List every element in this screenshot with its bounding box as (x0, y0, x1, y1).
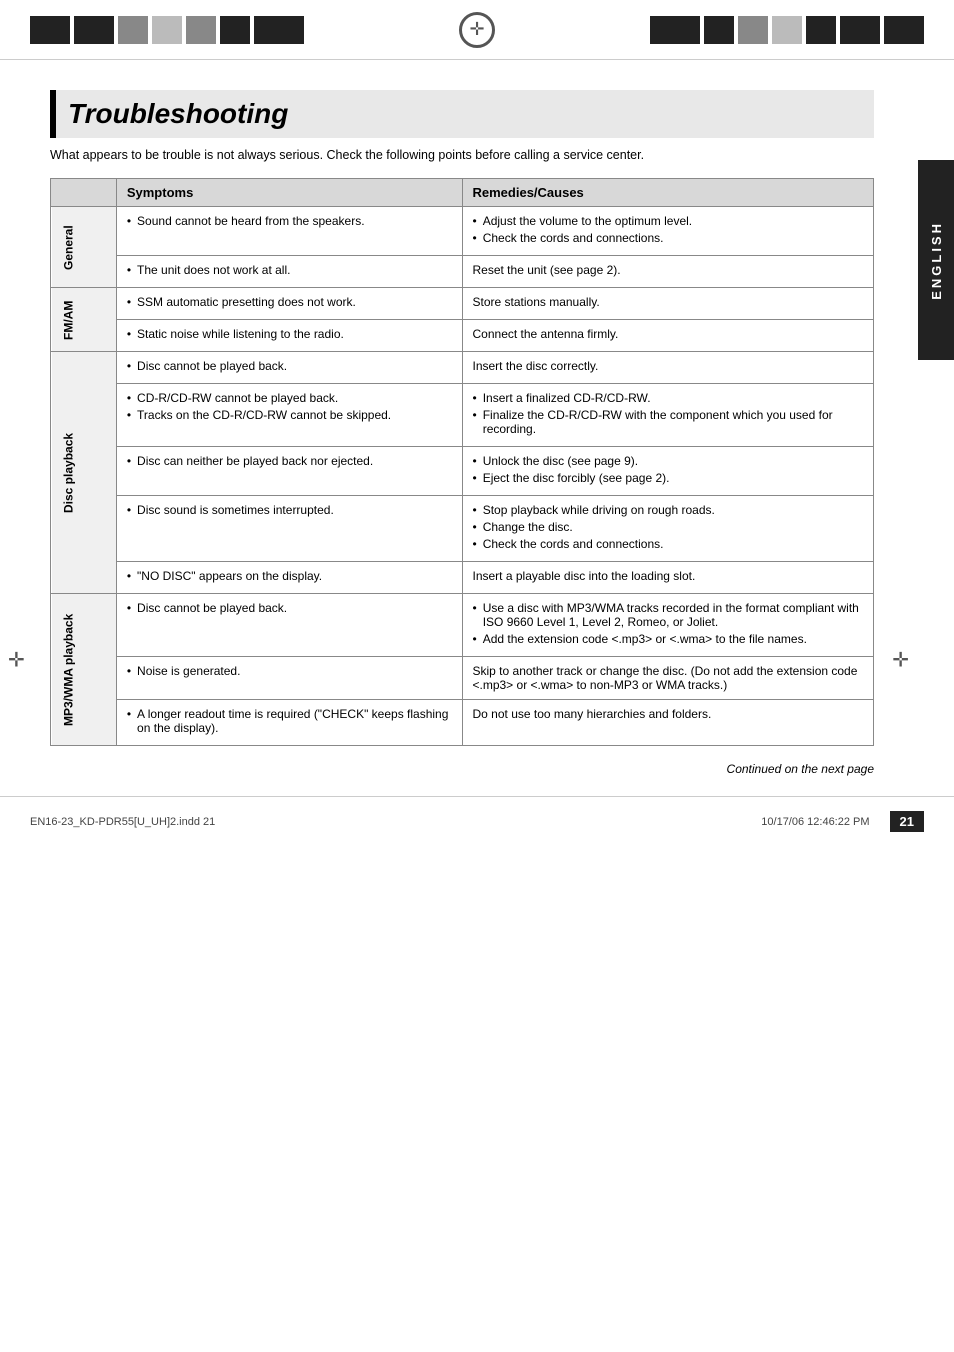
remedy-fmam-1: Store stations manually. (462, 288, 874, 320)
bullet-item: Check the cords and connections. (473, 231, 864, 245)
top-bar: ✛ (0, 0, 954, 60)
english-sidebar: ENGLISH (918, 160, 954, 360)
center-compass-icon: ✛ (459, 12, 495, 48)
category-fmam: FM/AM (51, 288, 117, 352)
remedy-disc-4: Stop playback while driving on rough roa… (462, 496, 874, 562)
bullet-item: SSM automatic presetting does not work. (127, 295, 452, 309)
bullet-item: The unit does not work at all. (127, 263, 452, 277)
bullet-item: Noise is generated. (127, 664, 452, 678)
bar-block-r4 (772, 16, 802, 44)
footer-file: EN16-23_KD-PDR55[U_UH]2.indd 21 (30, 816, 215, 828)
bullet-item: Insert a finalized CD-R/CD-RW. (473, 391, 864, 405)
table-row: Disc can neither be played back nor ejec… (51, 447, 874, 496)
bar-block-r2 (704, 16, 734, 44)
symptom-disc-2: CD-R/CD-RW cannot be played back. Tracks… (116, 384, 462, 447)
symptom-general-1: Sound cannot be heard from the speakers. (116, 207, 462, 256)
table-row: "NO DISC" appears on the display. Insert… (51, 562, 874, 594)
bar-block-r7 (884, 16, 924, 44)
troubleshoot-table: Symptoms Remedies/Causes General Sound c… (50, 178, 874, 746)
bullet-item: A longer readout time is required ("CHEC… (127, 707, 452, 735)
bullet-item: Unlock the disc (see page 9). (473, 454, 864, 468)
remedy-fmam-2: Connect the antenna firmly. (462, 320, 874, 352)
bullet-item: Check the cords and connections. (473, 537, 864, 551)
bar-block-2 (74, 16, 114, 44)
bar-block-1 (30, 16, 70, 44)
symptom-mp3-2: Noise is generated. (116, 657, 462, 700)
bullet-item: Change the disc. (473, 520, 864, 534)
remedy-general-1: Adjust the volume to the optimum level. … (462, 207, 874, 256)
col-header-symptoms: Symptoms (116, 179, 462, 207)
bar-block-5 (186, 16, 216, 44)
bar-block-r6 (840, 16, 880, 44)
table-row: Disc sound is sometimes interrupted. Sto… (51, 496, 874, 562)
table-row: A longer readout time is required ("CHEC… (51, 700, 874, 746)
page-number: 21 (890, 811, 924, 832)
left-compass-icon: ✛ (8, 648, 25, 673)
bottom-bar: EN16-23_KD-PDR55[U_UH]2.indd 21 10/17/06… (0, 796, 954, 846)
table-row: General Sound cannot be heard from the s… (51, 207, 874, 256)
category-disc-playback: Disc playback (51, 352, 117, 594)
remedy-mp3-3: Do not use too many hierarchies and fold… (462, 700, 874, 746)
table-row: Noise is generated. Skip to another trac… (51, 657, 874, 700)
table-row: Disc playback Disc cannot be played back… (51, 352, 874, 384)
bullet-item: Disc can neither be played back nor ejec… (127, 454, 452, 468)
bar-block-r5 (806, 16, 836, 44)
intro-text: What appears to be trouble is not always… (50, 148, 874, 162)
symptom-general-2: The unit does not work at all. (116, 256, 462, 288)
bar-block-7 (254, 16, 304, 44)
remedy-mp3-2: Skip to another track or change the disc… (462, 657, 874, 700)
table-row: MP3/WMA playback Disc cannot be played b… (51, 594, 874, 657)
page-title: Troubleshooting (50, 90, 874, 138)
bar-block-6 (220, 16, 250, 44)
symptom-mp3-1: Disc cannot be played back. (116, 594, 462, 657)
table-row: The unit does not work at all. Reset the… (51, 256, 874, 288)
symptom-fmam-1: SSM automatic presetting does not work. (116, 288, 462, 320)
bullet-item: Tracks on the CD-R/CD-RW cannot be skipp… (127, 408, 452, 422)
remedy-disc-1: Insert the disc correctly. (462, 352, 874, 384)
main-content: ENGLISH ✛ ✛ Troubleshooting What appears… (0, 60, 954, 796)
right-compass-icon: ✛ (892, 648, 909, 673)
table-row: Static noise while listening to the radi… (51, 320, 874, 352)
symptom-disc-3: Disc can neither be played back nor ejec… (116, 447, 462, 496)
category-general: General (51, 207, 117, 288)
symptom-disc-5: "NO DISC" appears on the display. (116, 562, 462, 594)
bullet-item: "NO DISC" appears on the display. (127, 569, 452, 583)
continued-text: Continued on the next page (50, 762, 874, 776)
bullet-item: CD-R/CD-RW cannot be played back. (127, 391, 452, 405)
remedy-disc-5: Insert a playable disc into the loading … (462, 562, 874, 594)
remedy-general-2: Reset the unit (see page 2). (462, 256, 874, 288)
bar-block-r3 (738, 16, 768, 44)
symptom-disc-4: Disc sound is sometimes interrupted. (116, 496, 462, 562)
english-label: ENGLISH (929, 221, 944, 300)
bar-block-3 (118, 16, 148, 44)
col-header-empty (51, 179, 117, 207)
remedy-disc-2: Insert a finalized CD-R/CD-RW. Finalize … (462, 384, 874, 447)
footer-date: 10/17/06 12:46:22 PM (761, 816, 869, 828)
table-row: CD-R/CD-RW cannot be played back. Tracks… (51, 384, 874, 447)
bullet-item: Eject the disc forcibly (see page 2). (473, 471, 864, 485)
bullet-item: Disc sound is sometimes interrupted. (127, 503, 452, 517)
table-row: FM/AM SSM automatic presetting does not … (51, 288, 874, 320)
col-header-remedies: Remedies/Causes (462, 179, 874, 207)
bullet-item: Use a disc with MP3/WMA tracks recorded … (473, 601, 864, 629)
bullet-item: Stop playback while driving on rough roa… (473, 503, 864, 517)
remedy-mp3-1: Use a disc with MP3/WMA tracks recorded … (462, 594, 874, 657)
bullet-item: Static noise while listening to the radi… (127, 327, 452, 341)
bullet-item: Disc cannot be played back. (127, 601, 452, 615)
category-mp3-wma: MP3/WMA playback (51, 594, 117, 746)
bullet-item: Sound cannot be heard from the speakers. (127, 214, 452, 228)
bullet-item: Disc cannot be played back. (127, 359, 452, 373)
symptom-mp3-3: A longer readout time is required ("CHEC… (116, 700, 462, 746)
bullet-item: Finalize the CD-R/CD-RW with the compone… (473, 408, 864, 436)
bar-block-4 (152, 16, 182, 44)
bar-block-r1 (650, 16, 700, 44)
bullet-item: Add the extension code <.mp3> or <.wma> … (473, 632, 864, 646)
symptom-disc-1: Disc cannot be played back. (116, 352, 462, 384)
top-bar-left-blocks (30, 16, 304, 44)
bullet-item: Adjust the volume to the optimum level. (473, 214, 864, 228)
top-bar-right-blocks (650, 16, 924, 44)
remedy-disc-3: Unlock the disc (see page 9). Eject the … (462, 447, 874, 496)
symptom-fmam-2: Static noise while listening to the radi… (116, 320, 462, 352)
